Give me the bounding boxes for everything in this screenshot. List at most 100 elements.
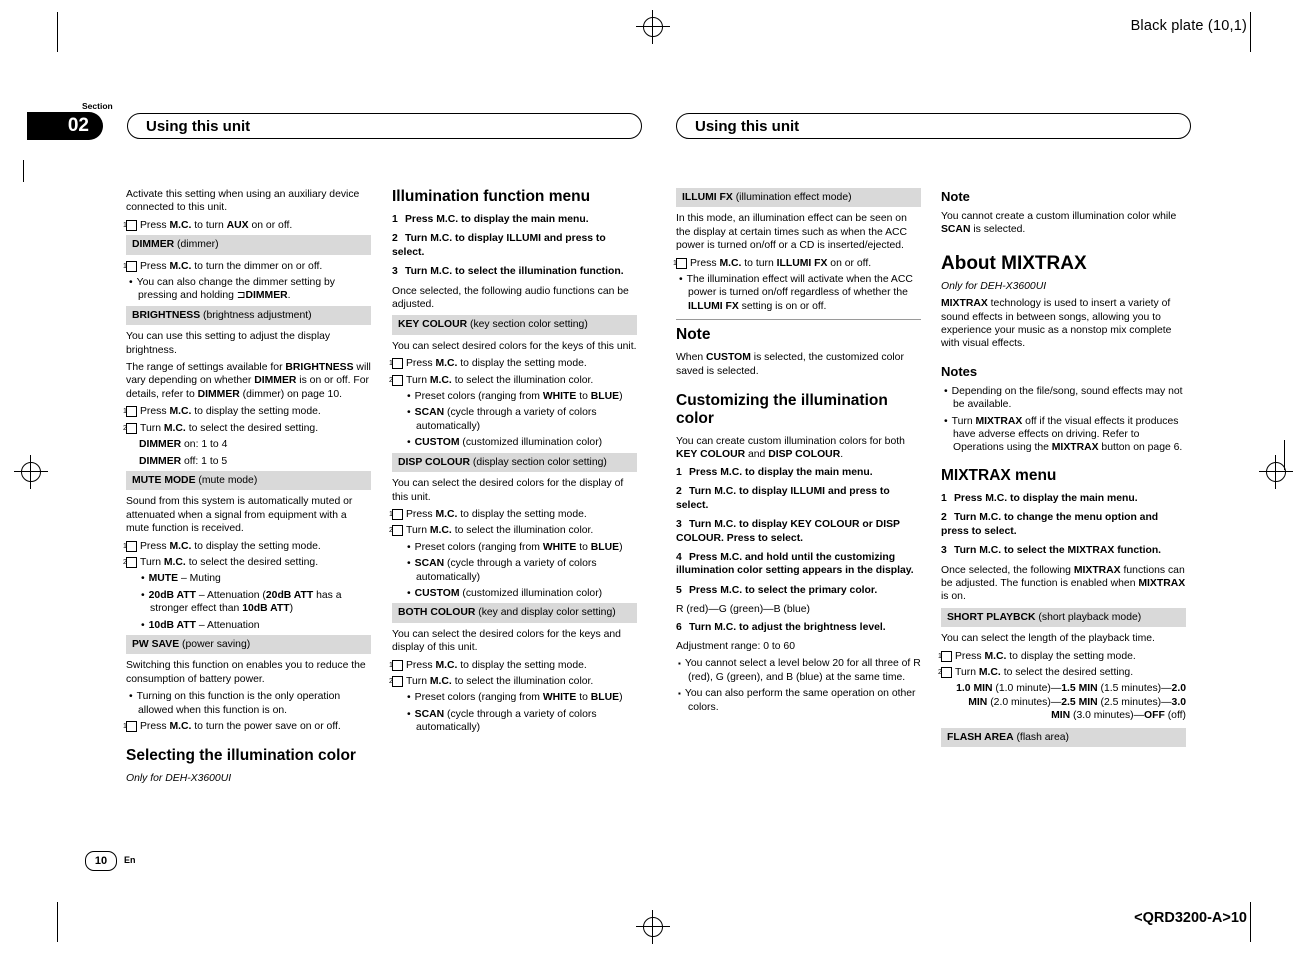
key-colour-option-2: SCAN (cycle through a variety of colors … — [392, 406, 637, 433]
illumination-color-heading: Selecting the illumination color — [126, 747, 356, 765]
mute-p1: Sound from this system is automatically … — [126, 496, 353, 535]
both-colour-option-1: Preset colors (ranging from WHITE to BLU… — [392, 691, 637, 704]
custom-step-4: 4 Press M.C. and hold until the customizi… — [676, 551, 914, 577]
section-number-badge: 02 — [27, 112, 103, 140]
mixtrax-p1: MIXTRAX technology is used to insert a v… — [941, 298, 1172, 350]
note-text-col3: When CUSTOM is selected, the customized … — [676, 352, 904, 377]
mute-step-2: 2 Turn M.C. to select the desired setting… — [123, 556, 319, 568]
disp-colour-heading: DISP COLOUR (display section color setti… — [392, 452, 637, 473]
flash-area-title-sub: (flash area) — [1016, 731, 1070, 743]
mixtrax-note-1: Depending on the file/song, sound effect… — [941, 385, 1186, 412]
notes-heading: Notes — [941, 363, 978, 379]
dimmer-bullet: You can also change the dimmer setting b… — [126, 276, 371, 303]
custom-step-5: 5 Press M.C. to select the primary color. — [676, 584, 878, 596]
customizing-p1: You can create custom illumination color… — [676, 436, 905, 461]
registration-mark-right — [1259, 455, 1293, 489]
illumination-menu-heading: Illumination function menu — [392, 188, 591, 205]
mixtrax-model: Only for DEH-X3600UI — [941, 280, 1047, 292]
crop-mark-bl-v — [57, 902, 58, 942]
short-playback-heading: SHORT PLAYBCK (short playback mode) — [941, 607, 1186, 628]
both-colour-title: BOTH COLOUR — [398, 607, 476, 619]
illumifx-title: ILLUMI FX — [682, 192, 733, 203]
registration-mark-left — [14, 455, 48, 489]
illumifx-step-1: 1 Press M.C. to turn ILLUMI FX on or off. — [673, 257, 872, 269]
flash-area-title: FLASH AREA — [947, 731, 1014, 743]
disp-colour-step-2: 2 Turn M.C. to select the illumination co… — [389, 525, 594, 537]
mixtrax-note-2: Turn MIXTRAX off if the visual effects i… — [941, 415, 1186, 455]
registration-mark-top — [636, 10, 670, 44]
customizing-heading: Customizing the illumination color — [676, 392, 888, 428]
brightness-range-on: DIMMER on: 1 to 4 — [139, 439, 228, 451]
illum-step-3: 3 Turn M.C. to select the illumination fu… — [392, 266, 624, 278]
short-playback-title-sub: (short playback mode) — [1038, 611, 1142, 623]
column-4: Note You cannot create a custom illumina… — [938, 188, 1186, 752]
short-playback-step-1: 1 Press M.C. to display the setting mode. — [938, 650, 1136, 662]
column-2: Illumination function menu 1 Press M.C. t… — [389, 188, 637, 738]
note-heading-col4: Note — [941, 189, 970, 204]
mixtrax-step-2: 2 Turn M.C. to change the menu option and… — [941, 512, 1159, 537]
mute-title: MUTE MODE — [132, 474, 196, 486]
both-colour-step-2: 2 Turn M.C. to select the illumination co… — [389, 675, 594, 687]
pwsave-title-sub: (power saving) — [182, 638, 251, 650]
flash-area-heading: FLASH AREA (flash area) — [941, 727, 1186, 747]
dimmer-title-sub: (dimmer) — [177, 239, 219, 251]
short-playback-title: SHORT PLAYBCK — [947, 611, 1036, 623]
crop-mark-tr-v — [1250, 12, 1251, 52]
disp-colour-title-sub: (display section color setting) — [472, 456, 607, 468]
custom-note-1: You cannot select a level below 20 for a… — [676, 657, 921, 684]
disp-colour-p1: You can select the desired colors for th… — [392, 478, 624, 503]
pwsave-p1: Switching this function on enables you t… — [126, 660, 366, 685]
illumination-color-model: Only for DEH-X3600UI — [126, 773, 232, 785]
manual-page: Black plate (10,1) <QRD3200-A>10 Section… — [0, 0, 1307, 954]
brightness-step-1: 1 Press M.C. to display the setting mode. — [123, 406, 321, 418]
brightness-p1: You can use this setting to adjust the d… — [126, 331, 331, 356]
note-heading-col3: Note — [676, 326, 711, 344]
mute-option-2: 20dB ATT – Attenuation (20dB ATT has a s… — [126, 589, 371, 616]
black-plate-label: Black plate (10,1) — [1130, 18, 1247, 34]
illum-step-1: 1 Press M.C. to display the main menu. — [392, 214, 589, 225]
disp-colour-option-1: Preset colors (ranging from WHITE to BLU… — [392, 541, 637, 554]
mute-option-1: MUTE – Muting — [126, 572, 371, 585]
key-colour-title-sub: (key section color setting) — [469, 319, 588, 331]
key-colour-step-2: 2 Turn M.C. to select the illumination co… — [389, 374, 594, 386]
illum-step-3-note: Once selected, the following audio funct… — [392, 285, 629, 311]
dimmer-step-1: 1 Press M.C. to turn the dimmer on or off… — [123, 260, 323, 272]
custom-step-2: 2 Turn M.C. to display ILLUMI and press t… — [676, 486, 890, 511]
custom-step-6: 6 Turn M.C. to adjust the brightness leve… — [676, 621, 886, 633]
crop-mark-tl-v — [57, 12, 58, 52]
running-head-left: Using this unit — [127, 113, 642, 139]
both-colour-step-1: 1 Press M.C. to display the setting mode. — [389, 659, 587, 671]
aux-step-1: 1 Press M.C. to turn AUX on or off. — [123, 219, 293, 231]
both-colour-title-sub: (key and display color setting) — [478, 607, 616, 619]
illumifx-title-sub: (illumination effect mode) — [735, 192, 852, 203]
brightness-range-off: DIMMER off: 1 to 5 — [139, 455, 228, 467]
brightness-p2: The range of settings available for BRIG… — [126, 362, 371, 400]
about-mixtrax-heading: About MIXTRAX — [941, 252, 1087, 274]
note-text-col4: You cannot create a custom illumination … — [941, 211, 1177, 236]
both-colour-option-2: SCAN (cycle through a variety of colors … — [392, 708, 637, 735]
dimmer-heading: DIMMER (dimmer) — [126, 235, 371, 255]
aux-note: Activate this setting when using an auxi… — [126, 189, 360, 214]
pwsave-heading: PW SAVE (power saving) — [126, 634, 371, 655]
pwsave-step-1: 1 Press M.C. to turn the power save on or… — [123, 721, 341, 732]
running-head-right: Using this unit — [676, 113, 1191, 139]
pwsave-bullet: Turning on this function is the only ope… — [126, 690, 371, 717]
custom-note-2: You can also perform the same operation … — [676, 687, 921, 714]
illum-step-2: 2 Turn M.C. to display ILLUMI and press t… — [392, 233, 606, 258]
page-number: 10 — [85, 851, 117, 871]
illumifx-bullet: The illumination effect will activate wh… — [676, 273, 921, 313]
disp-colour-option-3: CUSTOM (customized illumination color) — [392, 587, 637, 600]
disp-colour-step-1: 1 Press M.C. to display the setting mode. — [389, 508, 587, 520]
mute-title-sub: (mute mode) — [198, 474, 258, 486]
key-colour-p1: You can select desired colors for the ke… — [392, 340, 637, 352]
section-word: Section — [82, 101, 113, 111]
registration-mark-bottom — [636, 910, 670, 944]
dimmer-title: DIMMER — [132, 239, 175, 251]
divider — [676, 319, 921, 321]
key-colour-option-3: CUSTOM (customized illumination color) — [392, 436, 637, 449]
language-mark: En — [124, 855, 136, 865]
key-colour-title: KEY COLOUR — [398, 319, 468, 331]
short-playback-step-2: 2 Turn M.C. to select the desired setting… — [938, 666, 1134, 678]
custom-step-3: 3 Turn M.C. to display KEY COLOUR or DISP… — [676, 519, 900, 544]
mute-heading: MUTE MODE (mute mode) — [126, 470, 371, 491]
